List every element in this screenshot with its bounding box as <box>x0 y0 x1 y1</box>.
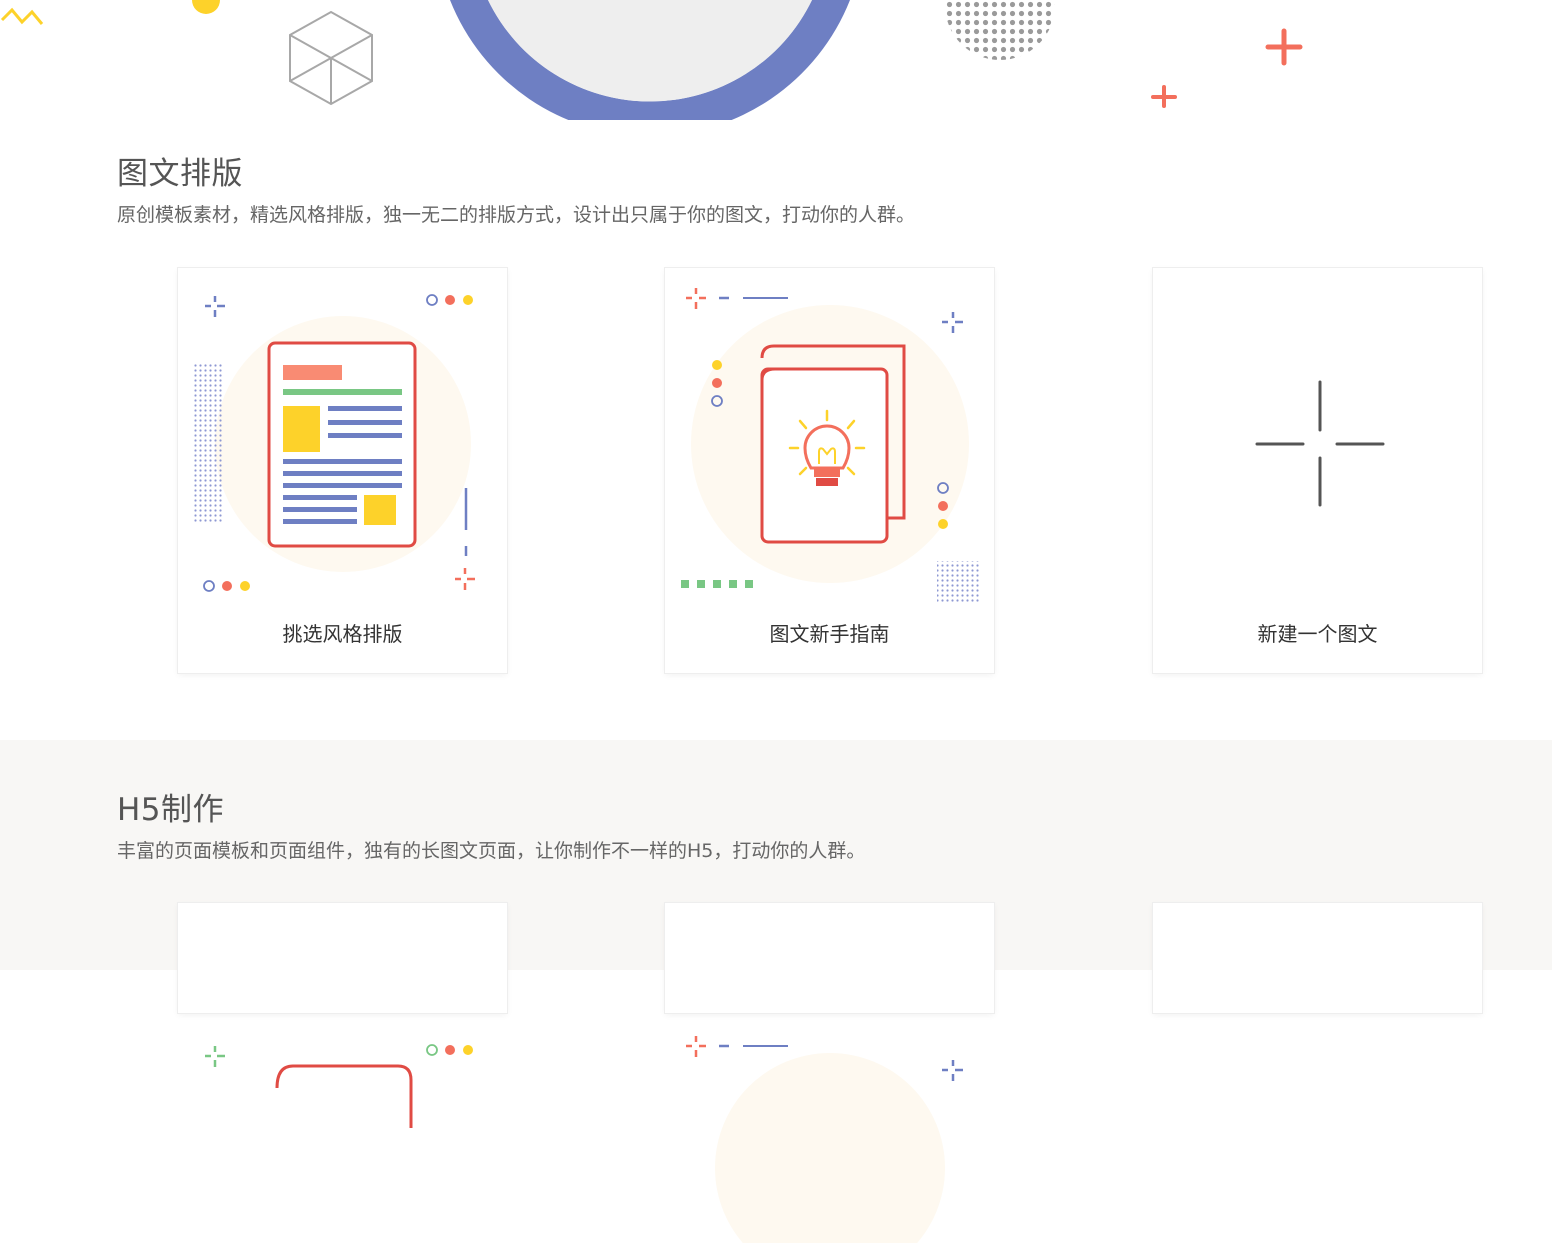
dotted-circle-decoration <box>945 0 1055 60</box>
plus-decoration-large <box>1265 28 1303 66</box>
card-new-article[interactable]: 新建一个图文 <box>1153 268 1482 673</box>
card-choose-style-layout[interactable]: 挑选风格排版 <box>178 268 507 673</box>
plus-decoration-small <box>1151 85 1177 108</box>
plus-icon <box>1255 380 1385 507</box>
section-description: 原创模板素材，精选风格排版，独一无二的排版方式，设计出只属于你的图文，打动你的人… <box>117 204 916 226</box>
card-beginner-guide[interactable]: 图文新手指南 <box>665 268 994 673</box>
card-h5-new[interactable] <box>1153 903 1482 1013</box>
section-h5-creation: H5制作 丰富的页面模板和页面组件，独有的长图文页面，让你制作不一样的H5，打动… <box>0 740 1552 1243</box>
cube-icon <box>289 10 373 106</box>
h5-guide-icon <box>686 1036 963 1243</box>
zigzag-decoration <box>0 7 44 25</box>
lightbulb-book-icon <box>681 288 980 604</box>
section-description: 丰富的页面模板和页面组件，独有的长图文页面，让你制作不一样的H5，打动你的人群。 <box>117 840 866 862</box>
card-label: 挑选风格排版 <box>282 622 403 646</box>
layout-document-icon <box>192 294 475 592</box>
card-h5-template[interactable] <box>178 903 507 1128</box>
section-title: 图文排版 <box>117 156 243 192</box>
h5-template-icon <box>205 1044 473 1128</box>
card-label: 新建一个图文 <box>1257 622 1378 646</box>
yellow-dot-decoration <box>192 0 220 14</box>
hero-decoration <box>0 0 1303 120</box>
card-h5-guide[interactable] <box>665 903 994 1243</box>
card-label: 图文新手指南 <box>769 622 890 646</box>
section-title: H5制作 <box>117 792 225 828</box>
section-article-layout: 图文排版 原创模板素材，精选风格排版，独一无二的排版方式，设计出只属于你的图文，… <box>0 120 1552 740</box>
